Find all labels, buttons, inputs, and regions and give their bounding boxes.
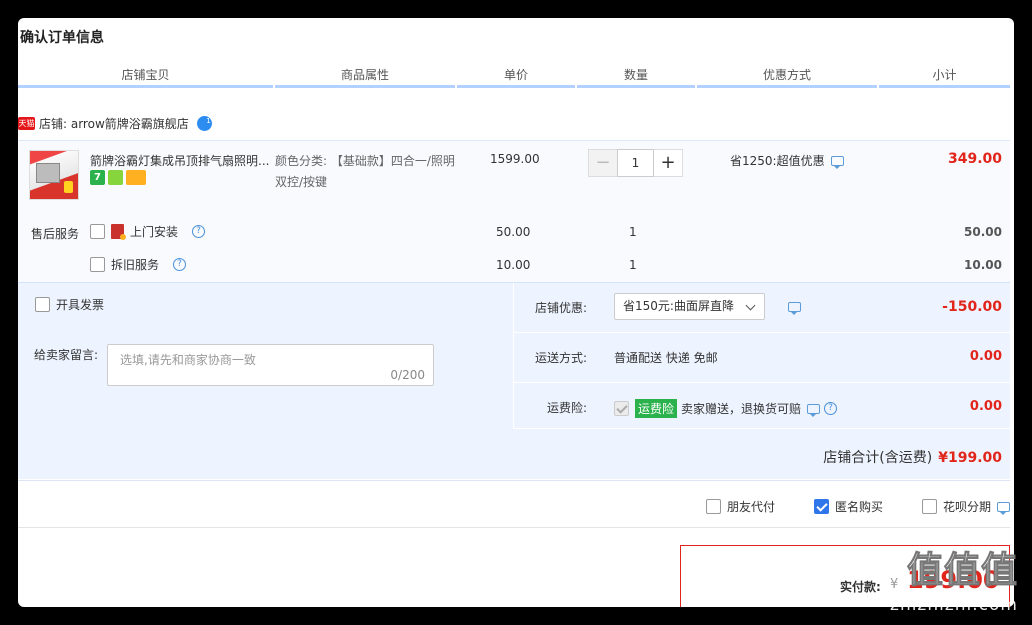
promo-text: 省1250:超值优惠: [730, 154, 825, 168]
friend-pay-option[interactable]: 朋友代付: [706, 498, 775, 515]
chevron-down-icon: [745, 300, 756, 311]
quantity-input[interactable]: 1: [617, 149, 654, 177]
comment-icon[interactable]: [788, 302, 801, 315]
column-quantity: 数量: [577, 64, 695, 88]
quantity-stepper: − 1 +: [588, 149, 683, 177]
huabei-option[interactable]: 花呗分期: [922, 498, 1010, 515]
insurance-content: 运费险 卖家赠送，退换货可赔 ?: [614, 399, 838, 418]
wangwang-chat-icon[interactable]: [196, 115, 212, 131]
order-item-box: 箭牌浴霸灯集成吊顶排气扇照明... 7 颜色分类: 【基础款】四合一/照明双控/…: [18, 140, 1010, 300]
column-shop-item: 店铺宝贝: [18, 64, 273, 88]
checkout-options: 朋友代付 匿名购买 花呗分期: [18, 480, 1010, 528]
watermark-logo: 值值值: [906, 550, 1018, 592]
shipping-amount: 0.00: [969, 349, 1002, 364]
shipping-row: 运送方式: 普通配送 快递 免邮 0.00: [514, 333, 1010, 383]
page-title: 确认订单信息: [20, 30, 104, 46]
seven-day-return-icon: 7: [90, 170, 105, 185]
insurance-desc: 卖家赠送，退换货可赔: [681, 402, 802, 416]
item-subtotal: 349.00: [947, 151, 1002, 167]
insurance-tag: 运费险: [635, 399, 678, 418]
seller-message-input[interactable]: 选填,请先和商家协商一致 0/200: [107, 344, 434, 386]
message-char-count: 0/200: [390, 368, 425, 382]
anonymous-checkbox[interactable]: [814, 499, 829, 514]
insurance-checkbox: [614, 401, 629, 416]
store-discount-label: 店铺优惠:: [534, 301, 587, 315]
huabei-checkbox[interactable]: [922, 499, 937, 514]
service-remove-old: 拆旧服务 ?: [90, 256, 187, 273]
shipping-label: 运送方式:: [534, 351, 587, 365]
message-label: 给卖家留言:: [34, 348, 99, 362]
install-label: 上门安装: [130, 225, 179, 239]
anonymous-option[interactable]: 匿名购买: [814, 498, 883, 515]
quantity-decrease-button[interactable]: −: [588, 149, 617, 177]
unit-price: 1599.00: [490, 152, 540, 166]
comment-icon[interactable]: [807, 403, 821, 417]
shop-row: 天猫 店铺: arrow箭牌浴霸旗舰店: [18, 113, 212, 133]
credit-card-icon: [126, 170, 146, 185]
invoice-checkbox[interactable]: [35, 297, 50, 312]
promo-info: 省1250:超值优惠: [730, 152, 844, 169]
after-sales-label: 售后服务: [31, 227, 80, 241]
gift-icon: [108, 170, 123, 185]
remove-old-checkbox[interactable]: [90, 257, 105, 272]
column-attributes: 商品属性: [275, 64, 455, 88]
huabei-label: 花呗分期: [943, 500, 992, 514]
remove-old-price: 10.00: [496, 258, 531, 272]
store-discount-row: 店铺优惠: 省150元:曲面屏直降 -150.00: [514, 283, 1010, 333]
install-price: 50.00: [496, 225, 531, 239]
invoice-option: 开具发票: [35, 296, 104, 313]
friend-pay-label: 朋友代付: [727, 500, 776, 514]
product-badges: 7: [90, 170, 146, 185]
quantity-increase-button[interactable]: +: [654, 149, 683, 177]
store-discount-select[interactable]: 省150元:曲面屏直降: [614, 293, 765, 320]
product-sku: 颜色分类: 【基础款】四合一/照明双控/按键: [275, 154, 455, 189]
order-window: 确认订单信息 店铺宝贝 商品属性 单价 数量 优惠方式 小计 天猫 店铺: ar…: [18, 18, 1014, 607]
help-icon[interactable]: ?: [824, 402, 838, 415]
install-qty: 1: [629, 225, 637, 239]
shop-total-amount: ¥199.00: [938, 450, 1002, 466]
payment-label: 实付款:: [840, 580, 881, 594]
install-checkbox[interactable]: [90, 224, 105, 239]
product-title[interactable]: 箭牌浴霸灯集成吊顶排气扇照明...: [90, 152, 270, 169]
column-header: 店铺宝贝 商品属性 单价 数量 优惠方式 小计: [18, 64, 1010, 88]
order-summary-section: 开具发票 给卖家留言: 选填,请先和商家协商一致 0/200 店铺优惠: 省15…: [18, 282, 1010, 479]
column-subtotal: 小计: [879, 64, 1010, 88]
column-unit-price: 单价: [457, 64, 575, 88]
insurance-label: 运费险:: [546, 401, 587, 415]
remove-old-subtotal: 10.00: [964, 258, 1002, 272]
comment-icon[interactable]: [997, 501, 1010, 515]
product-thumbnail[interactable]: [29, 150, 79, 200]
column-discount: 优惠方式: [697, 64, 877, 88]
help-icon[interactable]: ?: [192, 225, 206, 238]
remove-old-qty: 1: [629, 258, 637, 272]
install-service-icon: [111, 224, 126, 240]
service-install: 上门安装 ?: [90, 223, 206, 240]
install-subtotal: 50.00: [964, 225, 1002, 239]
message-placeholder: 选填,请先和商家协商一致: [120, 353, 256, 367]
tmall-icon: 天猫: [18, 116, 35, 130]
shop-total: 店铺合计(含运费) ¥199.00: [823, 447, 1002, 467]
store-discount-value: 省150元:曲面屏直降: [623, 299, 734, 313]
anonymous-label: 匿名购买: [835, 500, 884, 514]
payment-currency: ¥: [890, 577, 899, 592]
store-discount-amount: -150.00: [942, 299, 1002, 315]
comment-icon[interactable]: [830, 155, 844, 169]
watermark-url: zhizhizhi.com: [890, 595, 1018, 615]
insurance-amount: 0.00: [969, 399, 1002, 414]
insurance-row: 运费险: 运费险 卖家赠送，退换货可赔 ? 0.00: [514, 383, 1010, 429]
shop-name[interactable]: 店铺: arrow箭牌浴霸旗舰店: [39, 115, 189, 132]
shipping-method: 普通配送 快递 免邮: [614, 351, 718, 365]
shop-total-label: 店铺合计(含运费): [823, 450, 933, 466]
invoice-label: 开具发票: [56, 298, 105, 312]
help-icon[interactable]: ?: [173, 258, 187, 271]
friend-pay-checkbox[interactable]: [706, 499, 721, 514]
remove-old-label: 拆旧服务: [111, 258, 160, 272]
